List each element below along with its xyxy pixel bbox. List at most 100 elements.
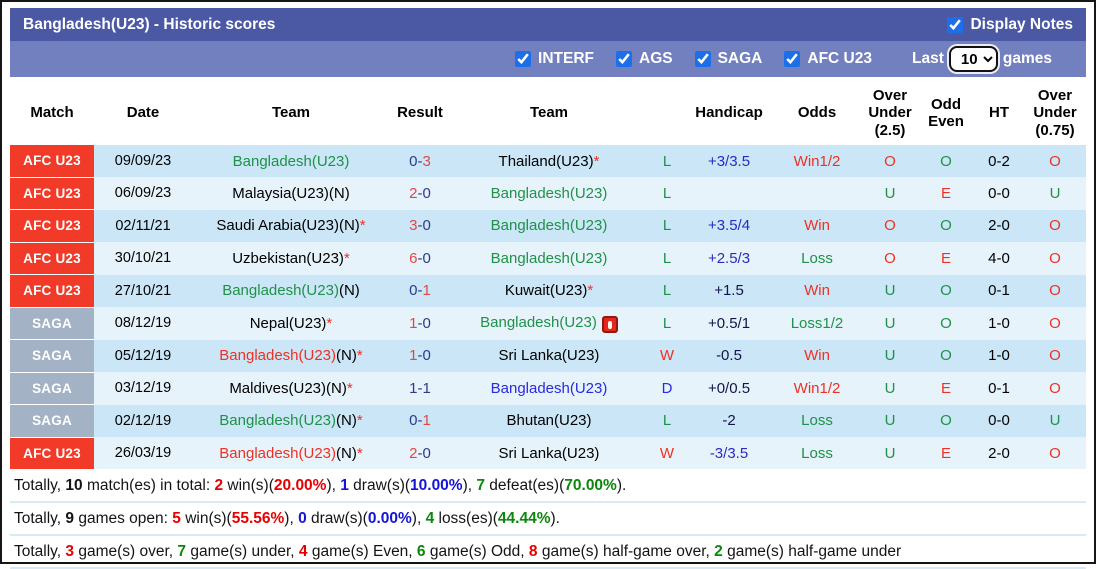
team-name: Bangladesh(U23) (491, 185, 608, 202)
over-under-075-cell: U (1024, 405, 1086, 438)
odds-cell: Win (772, 275, 862, 308)
summary-segment: ), (412, 510, 426, 527)
away-score: 0 (423, 445, 431, 462)
half-time-score-cell: 0-0 (974, 177, 1024, 210)
filter-checkbox-saga[interactable] (695, 51, 711, 67)
team-name: Bangladesh(U23) (219, 347, 336, 364)
over-under-25-cell: O (862, 145, 918, 177)
wdl-cell: W (648, 437, 686, 469)
filter-bar: INTERFAGSSAGAAFC U23 Last 10 games (10, 41, 1086, 77)
match-competition-badge: SAGA (10, 372, 94, 405)
filter-toggle-ags[interactable]: AGS (616, 50, 673, 68)
match-competition-badge: AFC U23 (10, 177, 94, 210)
summary-segment: 55.56% (232, 510, 285, 527)
away-score: 0 (423, 250, 431, 267)
asterisk-marker: * (360, 217, 366, 234)
half-time-score-cell: 2-0 (974, 437, 1024, 469)
team-name: Bangladesh(U23) (233, 153, 350, 170)
red-card-icon (602, 316, 618, 333)
wdl-cell: L (648, 307, 686, 340)
home-score: 6 (409, 250, 417, 267)
odds-cell: Loss (772, 242, 862, 275)
table-row: AFC U2326/03/19Bangladesh(U23)(N)*2-0Sri… (10, 437, 1086, 469)
away-score: 0 (423, 217, 431, 234)
over-under-25-cell: U (862, 372, 918, 405)
away-score: 3 (423, 153, 431, 170)
odds-cell: Loss (772, 405, 862, 438)
filter-toggle-afc-u23[interactable]: AFC U23 (784, 50, 872, 68)
match-date: 30/10/21 (94, 242, 192, 275)
team-name: Bhutan(U23) (506, 412, 591, 429)
summary-segment: 20.00% (274, 477, 327, 494)
home-team-cell: Saudi Arabia(U23)(N)* (192, 210, 390, 243)
handicap-cell: -0.5 (686, 340, 772, 373)
table-row: AFC U2330/10/21Uzbekistan(U23)*6-0Bangla… (10, 242, 1086, 275)
match-competition-badge: SAGA (10, 340, 94, 373)
over-under-25-cell: U (862, 437, 918, 469)
match-competition-badge: AFC U23 (10, 242, 94, 275)
title-bar: Bangladesh(U23) - Historic scores Displa… (10, 8, 1086, 41)
result-cell: 0-1 (390, 275, 450, 308)
home-team-cell: Bangladesh(U23)(N)* (192, 340, 390, 373)
team-name: Sri Lanka(U23) (499, 445, 600, 462)
odd-even-cell: O (918, 340, 974, 373)
filter-checkbox-afc-u23[interactable] (784, 51, 800, 67)
over-under-075-cell: O (1024, 307, 1086, 340)
away-team-cell: Bangladesh(U23) (450, 307, 648, 340)
over-under-25-cell: O (862, 242, 918, 275)
team-name: Maldives(U23)(N) (229, 380, 347, 397)
over-under-075-cell: O (1024, 210, 1086, 243)
summary-segment: 5 (172, 510, 181, 527)
home-team-cell: Maldives(U23)(N)* (192, 372, 390, 405)
summary-segment: game(s) Even, (308, 543, 417, 560)
half-time-score-cell: 0-2 (974, 145, 1024, 177)
filter-checkbox-ags[interactable] (616, 51, 632, 67)
team-name: Bangladesh(U23) (491, 217, 608, 234)
home-score: 0 (409, 282, 417, 299)
display-notes-toggle[interactable]: Display Notes (947, 16, 1073, 34)
half-time-score-cell: 0-1 (974, 372, 1024, 405)
wdl-cell: L (648, 210, 686, 243)
home-team-cell: Bangladesh(U23)(N)* (192, 405, 390, 438)
wdl-cell: L (648, 405, 686, 438)
odds-cell: Loss1/2 (772, 307, 862, 340)
asterisk-marker: * (587, 282, 593, 299)
match-date: 26/03/19 (94, 437, 192, 469)
games-label: games (1003, 50, 1052, 68)
half-time-score-cell: 1-0 (974, 307, 1024, 340)
away-score: 1 (423, 380, 431, 397)
last-games-select[interactable]: 10 (949, 46, 998, 72)
over-under-075-cell: O (1024, 242, 1086, 275)
result-cell: 2-0 (390, 437, 450, 469)
team-name: Bangladesh(U23) (491, 250, 608, 267)
filter-toggle-saga[interactable]: SAGA (695, 50, 763, 68)
match-competition-badge: AFC U23 (10, 145, 94, 177)
odd-even-cell: O (918, 275, 974, 308)
team-name: Bangladesh(U23) (491, 380, 608, 397)
away-score: 0 (423, 347, 431, 364)
summary-section: Totally, 10 match(es) in total: 2 win(s)… (10, 470, 1086, 569)
filter-toggle-interf[interactable]: INTERF (515, 50, 594, 68)
filter-label: INTERF (538, 50, 594, 68)
handicap-cell: +0/0.5 (686, 372, 772, 405)
home-score: 2 (409, 185, 417, 202)
column-header: Team (450, 81, 648, 145)
odd-even-cell: E (918, 177, 974, 210)
team-name: Thailand(U23) (499, 153, 594, 170)
asterisk-marker: * (347, 380, 353, 397)
filter-checkbox-interf[interactable] (515, 51, 531, 67)
home-team-cell: Bangladesh(U23)(N)* (192, 437, 390, 469)
asterisk-marker: * (357, 347, 363, 364)
team-suffix: (N) (339, 282, 360, 299)
result-cell: 1-0 (390, 307, 450, 340)
result-cell: 0-3 (390, 145, 450, 177)
home-score: 1 (409, 380, 417, 397)
odd-even-cell: O (918, 145, 974, 177)
over-under-075-cell: O (1024, 145, 1086, 177)
handicap-cell: +3.5/4 (686, 210, 772, 243)
odds-cell: Loss (772, 437, 862, 469)
column-header: Result (390, 81, 450, 145)
table-header-row: MatchDateTeamResultTeamHandicapOddsOver … (10, 81, 1086, 145)
display-notes-label: Display Notes (970, 16, 1073, 34)
display-notes-checkbox[interactable] (947, 17, 963, 33)
